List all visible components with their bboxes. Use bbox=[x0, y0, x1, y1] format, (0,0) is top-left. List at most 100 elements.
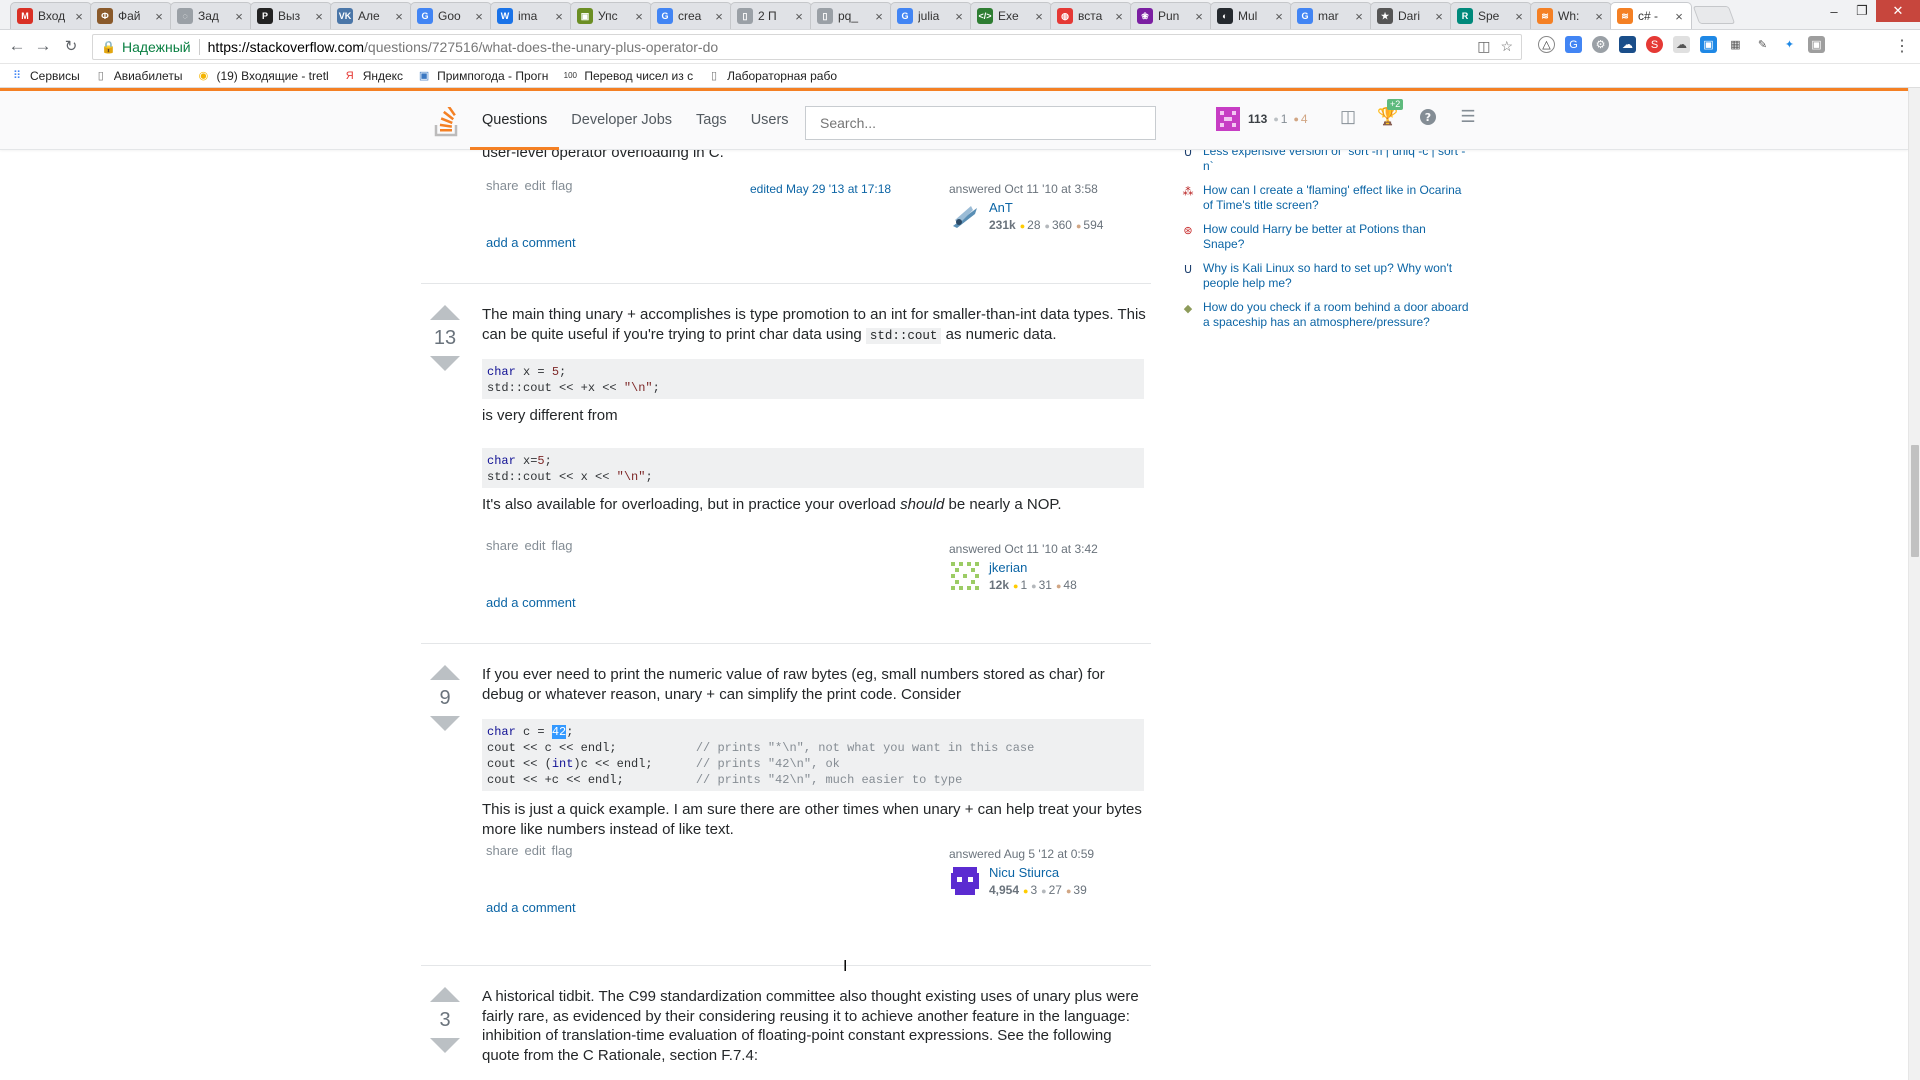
share-link[interactable]: share bbox=[486, 843, 519, 858]
chrome-menu-icon[interactable]: ⋮ bbox=[1894, 36, 1910, 56]
browser-tab[interactable]: Gcrea × bbox=[650, 2, 732, 29]
browser-tab[interactable]: ▯ pq_ × bbox=[810, 2, 892, 29]
add-comment-link[interactable]: add a comment bbox=[486, 900, 576, 915]
edit-link[interactable]: edit bbox=[525, 538, 546, 553]
profile-icon[interactable] bbox=[1793, 0, 1811, 20]
tab-close-icon[interactable]: × bbox=[1673, 9, 1685, 24]
hot-question-link[interactable]: Less expensive version of `sort -n | uni… bbox=[1203, 150, 1470, 174]
pen-extension-icon[interactable]: ✎ bbox=[1754, 36, 1771, 53]
window-extension-icon[interactable]: ▣ bbox=[1700, 36, 1717, 53]
browser-tab[interactable]: G Goo × bbox=[410, 2, 492, 29]
bookmark-item[interactable]: ◉ (19) Входящие - tretl bbox=[196, 69, 329, 83]
forward-button[interactable]: → bbox=[32, 35, 54, 57]
tab-close-icon[interactable]: × bbox=[313, 9, 325, 24]
nav-tags[interactable]: Tags bbox=[684, 108, 739, 150]
browser-tab[interactable]: </> Exe × bbox=[970, 2, 1052, 29]
nav-users[interactable]: Users bbox=[739, 108, 801, 150]
browser-tab[interactable]: ❀ Pun × bbox=[1130, 2, 1212, 29]
tab-close-icon[interactable]: × bbox=[1113, 9, 1125, 24]
hot-question-link[interactable]: Why is Kali Linux so hard to set up? Why… bbox=[1203, 261, 1470, 291]
user-avatar-ant[interactable] bbox=[949, 200, 981, 232]
settings-extension-icon[interactable]: ⚙ bbox=[1592, 36, 1609, 53]
user-name[interactable]: Nicu Stiurca bbox=[989, 865, 1087, 881]
browser-tab[interactable]: R Spe × bbox=[1450, 2, 1532, 29]
edit-link[interactable]: edit bbox=[525, 843, 546, 858]
image-extension-icon[interactable]: ▣ bbox=[1808, 36, 1825, 53]
tab-close-icon[interactable]: × bbox=[1433, 9, 1445, 24]
tab-close-icon[interactable]: × bbox=[633, 9, 645, 24]
browser-tab[interactable]: Gjulia × bbox=[890, 2, 972, 29]
flag-link[interactable]: flag bbox=[552, 843, 573, 858]
user-name[interactable]: jkerian bbox=[989, 560, 1077, 576]
bookmark-item[interactable]: ▯ Авиабилеты bbox=[94, 69, 183, 83]
browser-tab[interactable]: Wima × bbox=[490, 2, 572, 29]
upvote-arrow-icon[interactable] bbox=[430, 305, 460, 320]
minimize-button[interactable]: – bbox=[1820, 0, 1848, 22]
tab-close-icon[interactable]: × bbox=[713, 9, 725, 24]
tab-close-icon[interactable]: × bbox=[393, 9, 405, 24]
upvote-arrow-icon[interactable] bbox=[430, 987, 460, 1002]
achievements-trophy-icon[interactable]: 🏆 +2 bbox=[1377, 99, 1404, 129]
stackoverflow-logo-icon[interactable] bbox=[434, 107, 460, 137]
s-extension-icon[interactable]: S bbox=[1646, 36, 1663, 53]
nav-questions[interactable]: Questions bbox=[470, 108, 560, 150]
page-scrollbar[interactable] bbox=[1908, 88, 1920, 1080]
restore-button[interactable]: ❐ bbox=[1848, 0, 1876, 22]
tab-close-icon[interactable]: × bbox=[1513, 9, 1525, 24]
help-icon[interactable]: ? bbox=[1417, 105, 1439, 129]
hot-question-link[interactable]: How do you check if a room behind a door… bbox=[1203, 300, 1470, 330]
close-window-button[interactable]: ✕ bbox=[1876, 0, 1920, 22]
address-bar[interactable]: 🔒 Надежный https://stackoverflow.com/que… bbox=[92, 34, 1522, 60]
browser-tab[interactable]: Ф Фай × bbox=[90, 2, 172, 29]
tab-close-icon[interactable]: × bbox=[873, 9, 885, 24]
tab-close-icon[interactable]: × bbox=[1353, 9, 1365, 24]
add-comment-link[interactable]: add a comment bbox=[486, 235, 576, 250]
browser-tab[interactable]: ▯ 2 П × bbox=[730, 2, 812, 29]
user-avatar[interactable] bbox=[1216, 107, 1240, 131]
hot-question-link[interactable]: How could Harry be better at Potions tha… bbox=[1203, 222, 1470, 252]
browser-tab[interactable]: ◐ Mul × bbox=[1210, 2, 1292, 29]
translate-icon[interactable]: ◫ bbox=[1477, 38, 1490, 55]
bookmark-star-icon[interactable]: ☆ bbox=[1500, 38, 1513, 55]
pin-extension-icon[interactable]: ✦ bbox=[1781, 36, 1798, 53]
bookmark-item[interactable]: ⠿ Сервисы bbox=[10, 69, 80, 83]
user-avatar-jkerian[interactable] bbox=[949, 560, 981, 592]
browser-tab[interactable]: P Выз × bbox=[250, 2, 332, 29]
new-tab-button[interactable] bbox=[1692, 6, 1736, 24]
downvote-arrow-icon[interactable] bbox=[430, 1038, 460, 1053]
tab-close-icon[interactable]: × bbox=[153, 9, 165, 24]
tab-close-icon[interactable]: × bbox=[233, 9, 245, 24]
extension-a-icon[interactable]: △ bbox=[1538, 36, 1555, 53]
so-search-input[interactable] bbox=[805, 106, 1156, 140]
flag-link[interactable]: flag bbox=[552, 538, 573, 553]
browser-tab[interactable]: ▣ Упс × bbox=[570, 2, 652, 29]
browser-tab[interactable]: VK Але × bbox=[330, 2, 412, 29]
browser-tab[interactable]: ≋ Wh: × bbox=[1530, 2, 1612, 29]
tab-close-icon[interactable]: × bbox=[953, 9, 965, 24]
bookmark-item[interactable]: 100 Перевод чисел из с bbox=[562, 69, 693, 83]
share-link[interactable]: share bbox=[486, 538, 519, 553]
tab-close-icon[interactable]: × bbox=[73, 9, 85, 24]
cloud-extension-icon[interactable]: ☁ bbox=[1619, 36, 1636, 53]
tab-close-icon[interactable]: × bbox=[553, 9, 565, 24]
tab-close-icon[interactable]: × bbox=[1033, 9, 1045, 24]
browser-tab[interactable]: ★ Dari × bbox=[1370, 2, 1452, 29]
user-avatar-nicu-stiurca[interactable] bbox=[949, 865, 981, 897]
flag-link[interactable]: flag bbox=[552, 178, 573, 193]
add-comment-link[interactable]: add a comment bbox=[486, 595, 576, 610]
inbox-icon[interactable]: ◫ bbox=[1337, 105, 1359, 129]
browser-tab[interactable]: ≋ c# - × bbox=[1610, 2, 1692, 29]
nav-developer-jobs[interactable]: Developer Jobs bbox=[559, 108, 684, 150]
downvote-arrow-icon[interactable] bbox=[430, 356, 460, 371]
edit-link[interactable]: edit bbox=[525, 178, 546, 193]
user-card[interactable]: 113 ● 1 ● 4 bbox=[1216, 107, 1314, 131]
upvote-arrow-icon[interactable] bbox=[430, 665, 460, 680]
scrollbar-thumb[interactable] bbox=[1911, 445, 1919, 557]
cloud-sync-icon[interactable]: ☁ bbox=[1673, 36, 1690, 53]
hot-question-link[interactable]: How can I create a 'flaming' effect like… bbox=[1203, 183, 1470, 213]
browser-tab[interactable]: M Вход × bbox=[10, 2, 92, 29]
back-button[interactable]: ← bbox=[6, 35, 28, 57]
tab-close-icon[interactable]: × bbox=[1273, 9, 1285, 24]
tab-close-icon[interactable]: × bbox=[793, 9, 805, 24]
browser-tab[interactable]: Gmar × bbox=[1290, 2, 1372, 29]
